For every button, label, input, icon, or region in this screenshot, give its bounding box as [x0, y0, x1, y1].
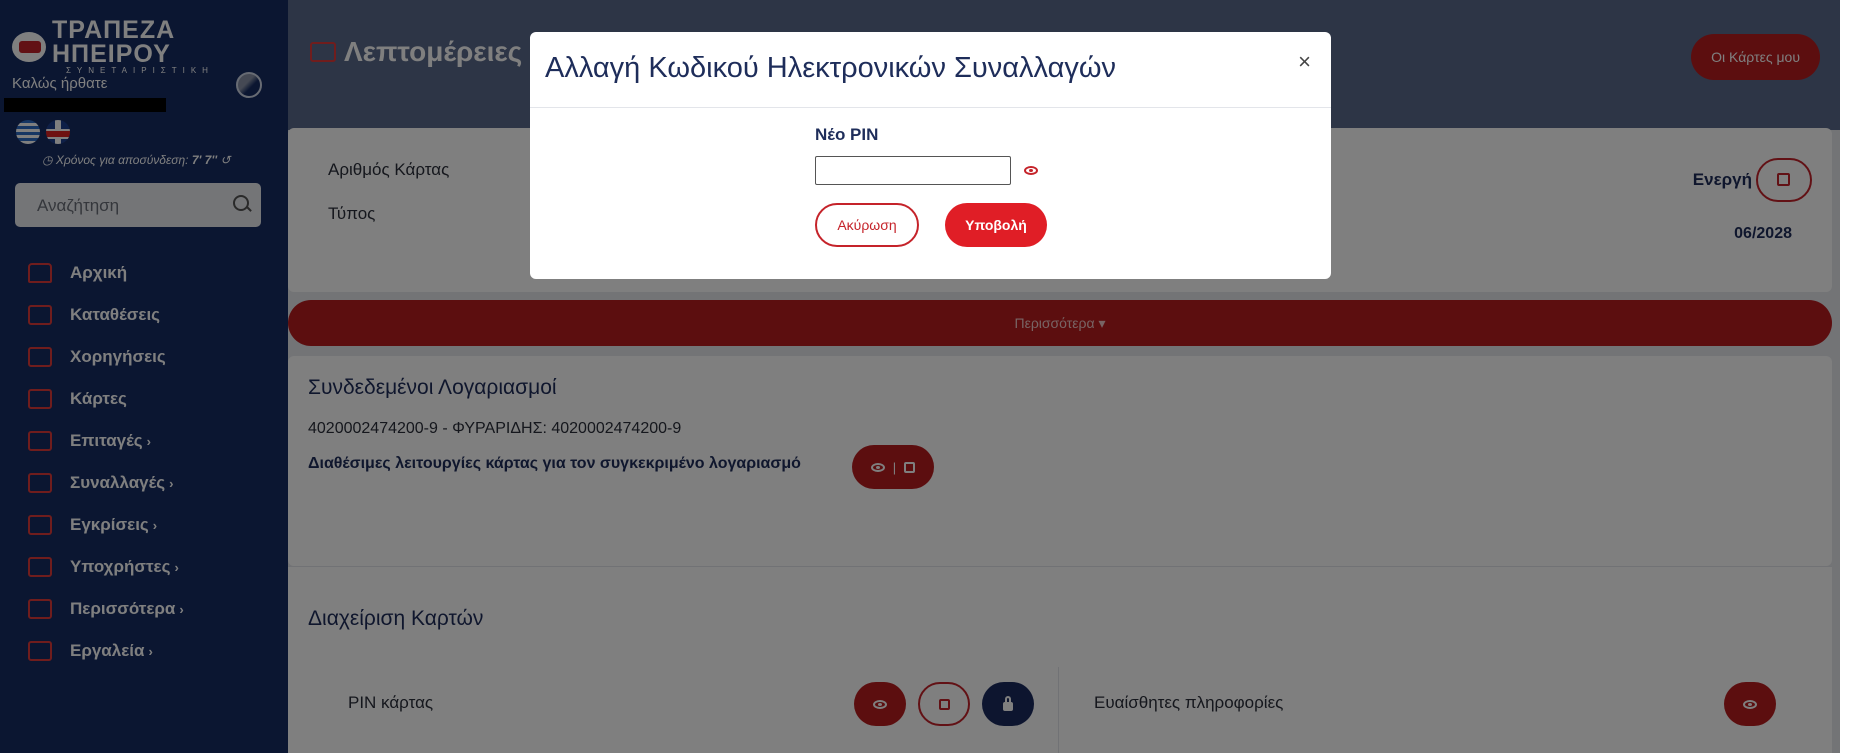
dialog-header: Αλλαγή Κωδικού Ηλεκτρονικών Συναλλαγών ×	[530, 32, 1331, 108]
new-pin-label: Νέο PIN	[815, 125, 879, 144]
submit-button[interactable]: Υποβολή	[945, 203, 1047, 247]
cancel-button[interactable]: Ακύρωση	[815, 203, 919, 247]
close-icon[interactable]: ×	[1292, 48, 1317, 76]
change-pin-dialog: Αλλαγή Κωδικού Ηλεκτρονικών Συναλλαγών ×…	[530, 32, 1331, 279]
app-window: ΤΡΑΠΕΖΑ ΗΠΕΙΡΟΥ ΣΥΝΕΤΑΙΡΙΣΤΙΚΗ Καλώς ήρθ…	[0, 0, 1840, 753]
new-pin-input[interactable]	[815, 156, 1011, 185]
dialog-title: Αλλαγή Κωδικού Ηλεκτρονικών Συναλλαγών	[545, 52, 1117, 84]
show-pin-eye-icon[interactable]	[1024, 166, 1038, 175]
